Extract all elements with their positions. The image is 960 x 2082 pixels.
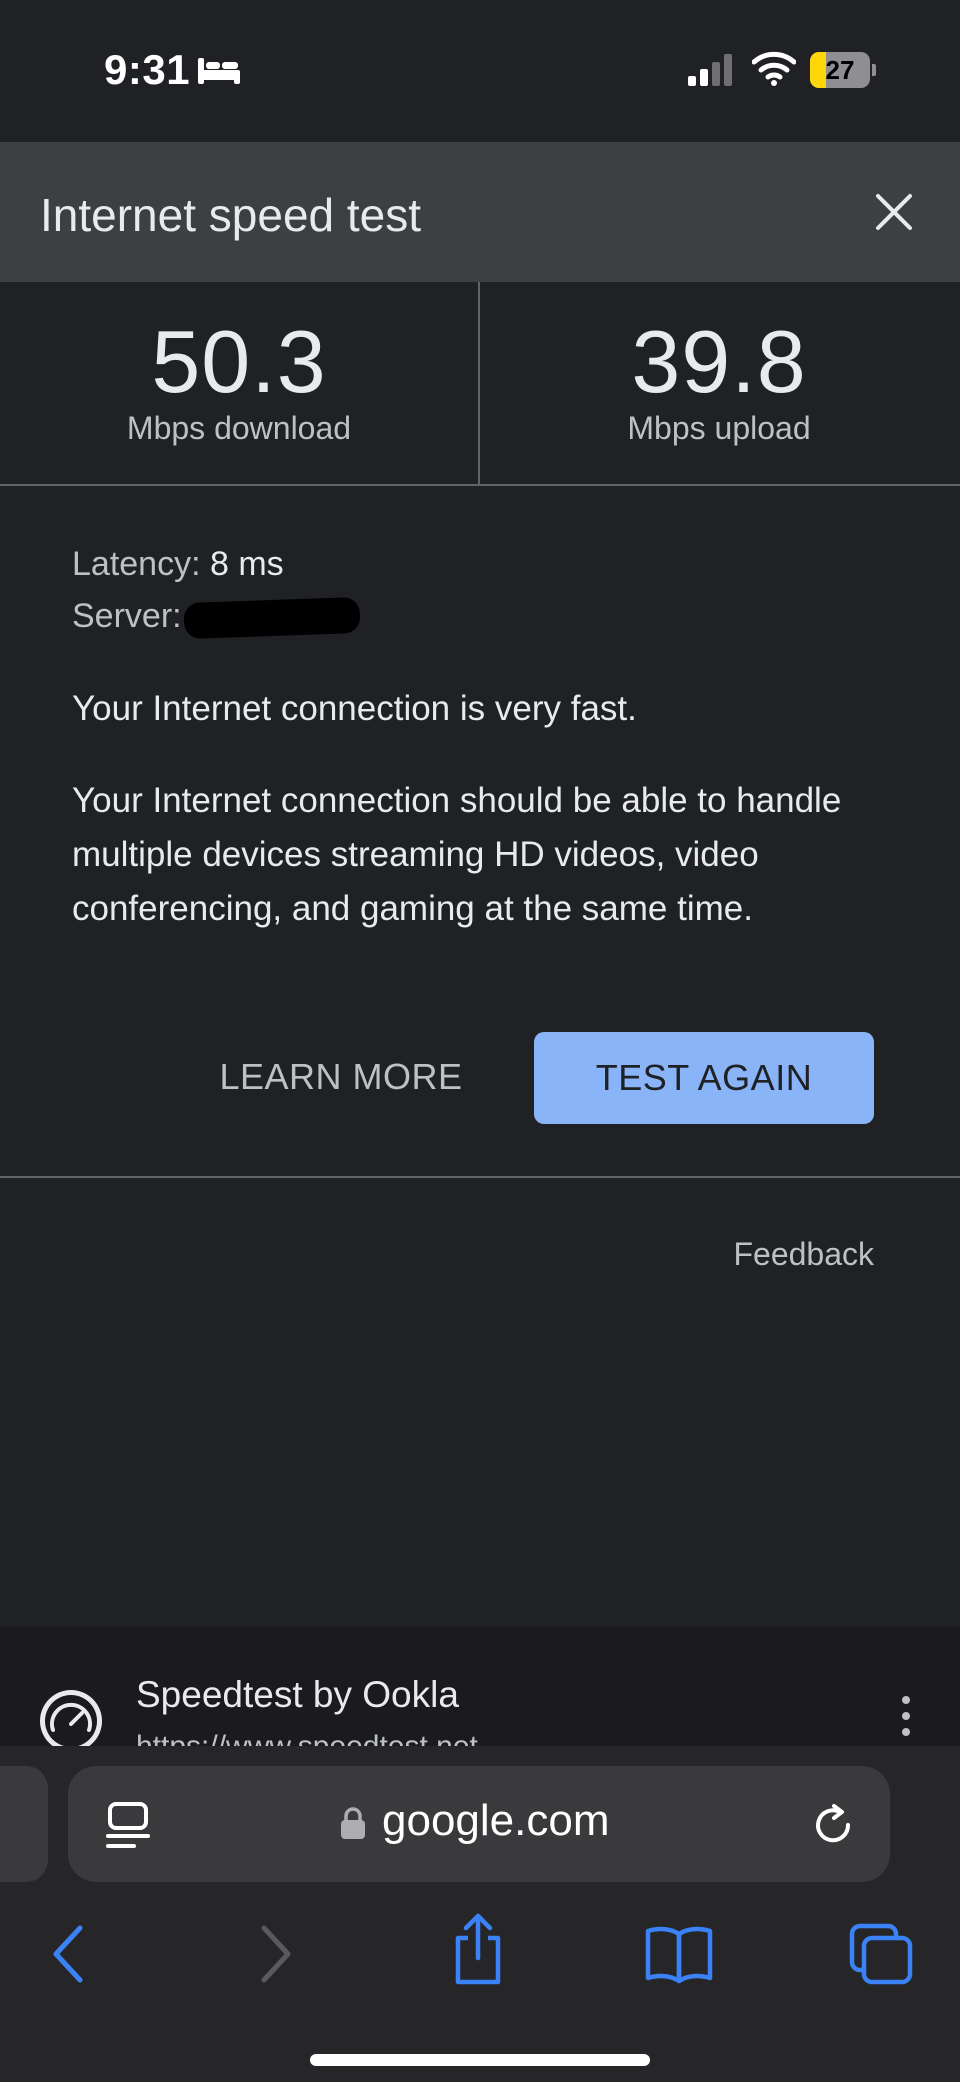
close-icon[interactable]	[870, 188, 918, 236]
tabs-icon[interactable]	[848, 1922, 914, 1986]
speed-description: Your Internet connection should be able …	[72, 781, 842, 928]
url-text[interactable]: google.com	[382, 1796, 609, 1846]
feedback-link[interactable]: Feedback	[733, 1236, 874, 1273]
result-title[interactable]: Speedtest by Ookla	[136, 1674, 459, 1716]
learn-more-button[interactable]: LEARN MORE	[206, 1032, 476, 1122]
browser-toolbar: google.com	[0, 1746, 960, 2082]
wifi-icon	[752, 51, 796, 86]
test-details: Latency: 8 ms Server:	[72, 538, 892, 642]
divider	[0, 1176, 960, 1178]
lock-icon	[341, 1807, 365, 1839]
upload-value: 39.8	[631, 312, 807, 411]
bed-icon	[198, 58, 240, 84]
address-bar[interactable]: google.com	[68, 1766, 890, 1882]
status-time: 9:31	[104, 46, 191, 93]
signal-icon	[688, 54, 732, 86]
reload-icon[interactable]	[808, 1800, 858, 1850]
speed-verdict: Your Internet connection is very fast.	[72, 689, 637, 728]
latency-line: Latency: 8 ms	[72, 538, 892, 590]
previous-tab-preview[interactable]	[0, 1766, 48, 1882]
server-line: Server:	[72, 590, 892, 642]
download-value: 50.3	[151, 312, 327, 411]
bookmarks-icon[interactable]	[644, 1922, 714, 1986]
latency-label: Latency:	[72, 545, 201, 583]
speedometer-icon	[40, 1690, 102, 1746]
battery-level: 27	[825, 55, 855, 85]
page-menu-icon[interactable]	[104, 1800, 152, 1850]
download-result: 50.3 Mbps download	[0, 318, 478, 447]
speed-test-header: Internet speed test	[0, 142, 960, 282]
server-label: Server:	[72, 597, 182, 635]
search-result-speedtest[interactable]: Speedtest by Ookla https://www.speedtest…	[0, 1626, 960, 1746]
result-url: https://www.speedtest.net	[136, 1730, 478, 1746]
battery-icon: 27	[810, 52, 876, 88]
share-icon[interactable]	[450, 1912, 506, 1986]
upload-unit: Mbps upload	[627, 410, 811, 446]
page-title: Internet speed test	[40, 189, 422, 241]
back-icon[interactable]	[48, 1922, 88, 1986]
upload-result: 39.8 Mbps upload	[480, 318, 958, 447]
latency-value: 8 ms	[209, 545, 284, 583]
server-redaction	[183, 596, 361, 640]
test-again-button[interactable]: TEST AGAIN	[534, 1032, 874, 1124]
status-bar: 9:31 27	[0, 0, 960, 142]
home-indicator	[310, 2054, 650, 2066]
more-options-icon[interactable]	[896, 1694, 916, 1738]
download-unit: Mbps download	[126, 410, 352, 446]
forward-icon[interactable]	[256, 1922, 296, 1986]
